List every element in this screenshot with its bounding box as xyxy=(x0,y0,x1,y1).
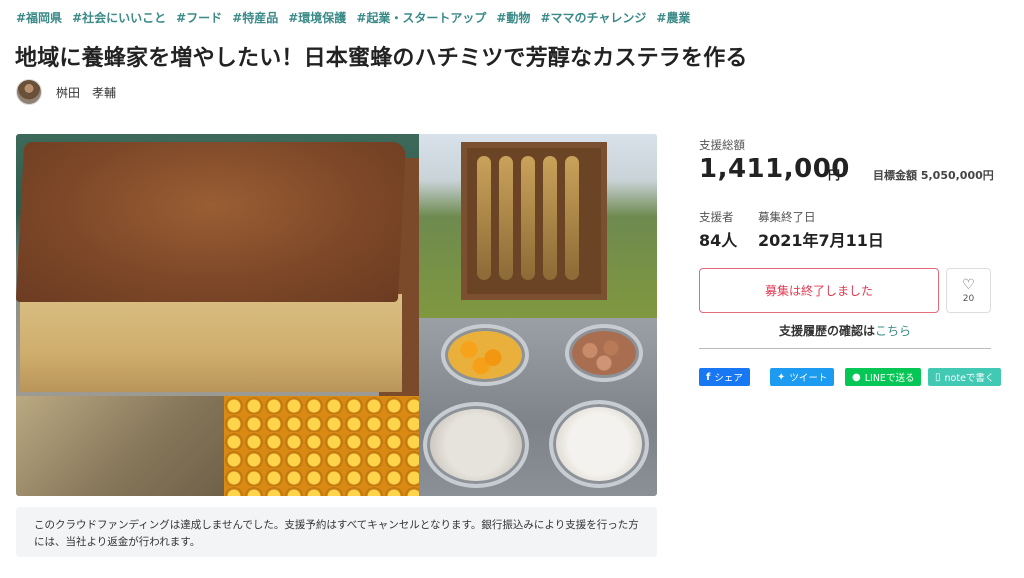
supporters-count: 84人 xyxy=(699,231,738,250)
tag-link[interactable]: #フード xyxy=(176,9,222,26)
hive-comb xyxy=(543,156,557,280)
history-link[interactable]: こちら xyxy=(875,324,911,338)
hive-comb xyxy=(477,156,491,280)
castella-top xyxy=(16,142,407,302)
failed-notice: このクラウドファンディングは達成しませんでした。支援予約はすべてキャンセルとなり… xyxy=(16,507,657,557)
twitter-tweet-button[interactable]: ✦ ツイート xyxy=(770,368,835,386)
bees-photo xyxy=(16,396,224,496)
sugar-bowl xyxy=(549,400,649,488)
goal-amount: 目標金額 5,050,000円 xyxy=(873,169,994,182)
hive-box xyxy=(461,142,607,300)
facebook-share-button[interactable]: f シェア xyxy=(699,368,750,386)
hive-frame-photo xyxy=(419,134,657,318)
note-icon: ▯ xyxy=(935,371,941,383)
line-icon: ● xyxy=(852,371,861,383)
tag-link[interactable]: #起業・スタートアップ xyxy=(356,9,486,26)
end-date: 2021年7月11日 xyxy=(758,231,884,250)
note-write-label: noteで書く xyxy=(944,373,995,384)
favorite-button[interactable]: ♡ 20 xyxy=(946,268,991,313)
ingredients-photo xyxy=(419,318,657,496)
tag-link[interactable]: #ママのチャレンジ xyxy=(540,9,646,26)
project-owner[interactable]: 桝田 孝輔 xyxy=(16,79,116,105)
tag-list: #福岡県 #社会にいいこと #フード #特産品 #環境保護 #起業・スタートアッ… xyxy=(16,9,690,26)
line-send-button[interactable]: ● LINEで送る xyxy=(845,368,922,386)
honeycomb-photo xyxy=(224,396,419,496)
end-date-label: 募集終了日 xyxy=(758,210,816,224)
supporters-label: 支援者 xyxy=(699,210,734,224)
owner-avatar[interactable] xyxy=(16,79,42,105)
note-write-button[interactable]: ▯ noteで書く xyxy=(928,368,1002,386)
history-text: 支援履歴の確認は xyxy=(778,324,875,338)
eggs-bowl xyxy=(565,324,643,382)
line-send-label: LINEで送る xyxy=(864,373,915,384)
project-main-image xyxy=(16,134,657,496)
support-history: 支援履歴の確認はこちら xyxy=(699,322,991,339)
facebook-share-label: シェア xyxy=(714,373,743,384)
tag-link[interactable]: #動物 xyxy=(496,9,530,26)
owner-name[interactable]: 桝田 孝輔 xyxy=(56,84,116,101)
tag-link[interactable]: #環境保護 xyxy=(288,9,346,26)
hive-comb xyxy=(521,156,535,280)
tag-link[interactable]: #社会にいいこと xyxy=(72,9,166,26)
flour-bowl xyxy=(423,402,529,488)
heart-icon: ♡ xyxy=(962,276,975,293)
campaign-ended-button[interactable]: 募集は終了しました xyxy=(699,268,939,313)
hive-comb xyxy=(565,156,579,280)
egg-yolk-bowl xyxy=(441,324,529,386)
hive-comb xyxy=(499,156,513,280)
project-title: 地域に養蜂家を増やしたい！日本蜜蜂のハチミツで芳醇なカステラを作る xyxy=(15,46,748,71)
twitter-tweet-label: ツイート xyxy=(789,373,828,384)
twitter-icon: ✦ xyxy=(777,371,786,383)
castella-photo xyxy=(16,134,419,396)
divider xyxy=(699,348,991,349)
tag-link[interactable]: #特産品 xyxy=(232,9,278,26)
facebook-icon: f xyxy=(706,371,711,383)
total-label: 支援総額 xyxy=(699,138,745,152)
favorite-count: 20 xyxy=(962,293,975,304)
total-unit: 円 xyxy=(828,168,841,182)
tag-link[interactable]: #農業 xyxy=(656,9,690,26)
tag-link[interactable]: #福岡県 xyxy=(16,9,62,26)
castella-side xyxy=(20,294,402,392)
